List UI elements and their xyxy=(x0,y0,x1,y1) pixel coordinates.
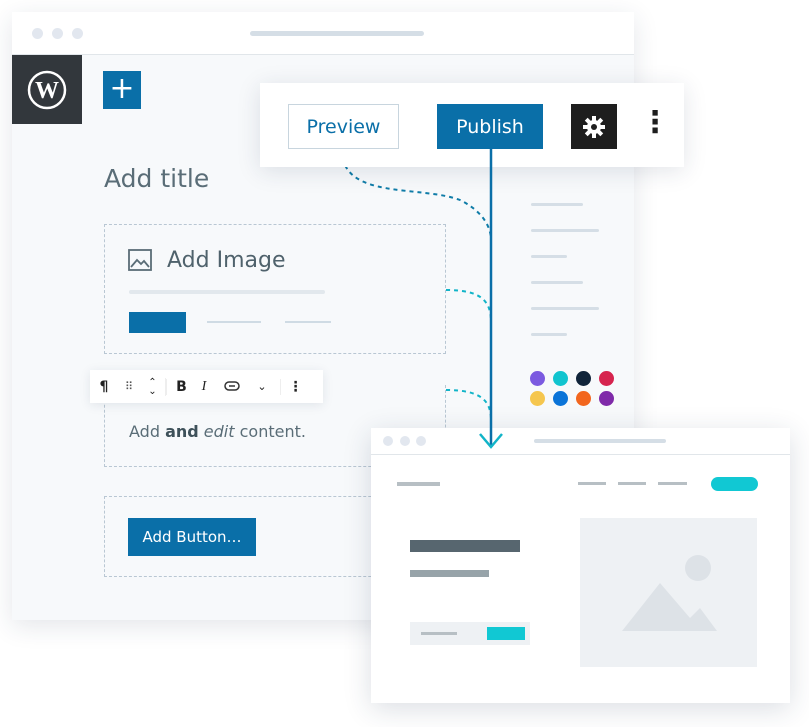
publish-arrow xyxy=(479,148,503,449)
